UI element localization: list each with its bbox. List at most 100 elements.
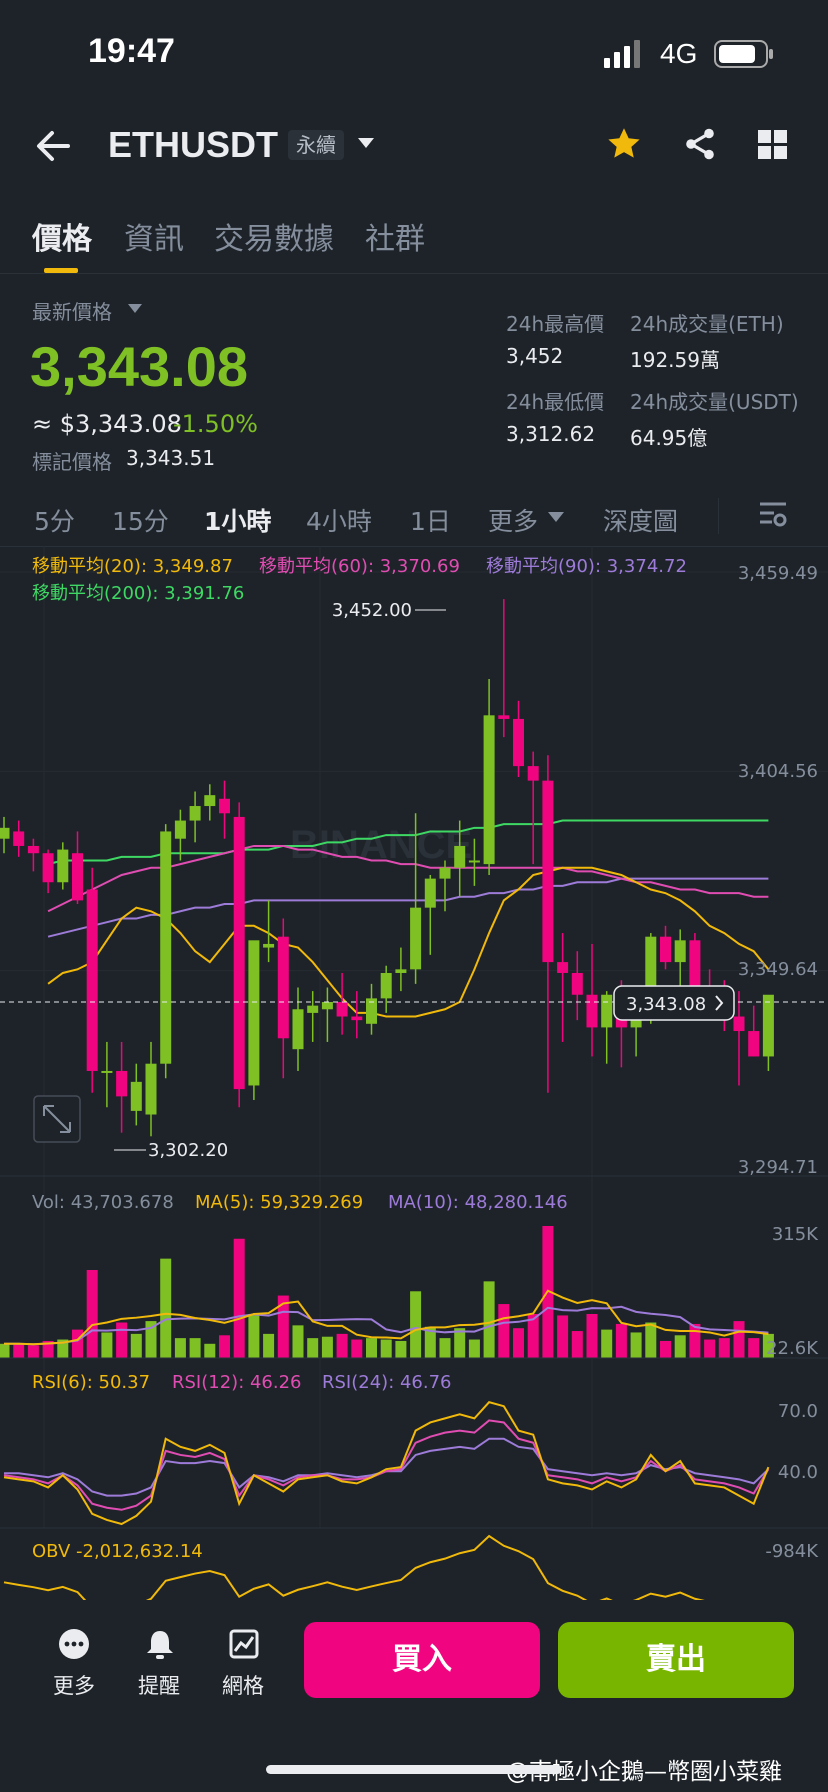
last-price: 3,343.08 xyxy=(30,335,248,398)
timeframe-5m[interactable]: 5分 xyxy=(34,502,75,538)
min-price-label: 3,302.20 xyxy=(148,1140,228,1161)
candle-body xyxy=(483,715,495,865)
candle-body xyxy=(219,798,230,814)
sell-button[interactable]: 賣出 xyxy=(558,1622,794,1698)
volume-bar xyxy=(439,1338,451,1358)
volume-bar xyxy=(13,1343,25,1358)
home-indicator xyxy=(266,1765,562,1774)
battery-icon xyxy=(714,40,773,68)
volume-bar xyxy=(395,1340,407,1358)
volume-bar xyxy=(483,1281,495,1358)
price-chart[interactable]: BINANCE 移動平均(20): 3,349.87 移動平均(60): 3,3… xyxy=(0,546,828,1600)
candle-body xyxy=(233,816,245,1090)
candle-body xyxy=(513,718,524,767)
candle-body xyxy=(660,936,671,963)
nav-grid-label[interactable]: 網格 xyxy=(222,1670,264,1700)
mark-price-label: 標記價格 xyxy=(32,450,112,474)
volume-bar xyxy=(204,1343,216,1358)
volume-bar xyxy=(72,1329,83,1358)
volume-bar xyxy=(645,1322,657,1358)
candle-body xyxy=(72,853,83,901)
back-arrow-icon[interactable] xyxy=(34,126,74,166)
volume-bar xyxy=(292,1325,304,1358)
timeframe-more[interactable]: 更多 xyxy=(488,502,538,538)
volume-bar xyxy=(0,1343,10,1358)
timeframe-1h[interactable]: 1小時 xyxy=(204,502,271,538)
candle-body xyxy=(204,795,216,807)
timeframe-15m[interactable]: 15分 xyxy=(112,502,169,538)
chevron-down-icon[interactable] xyxy=(358,138,374,148)
volume-bar xyxy=(571,1331,583,1358)
chevron-down-icon[interactable] xyxy=(548,512,564,522)
volume-bar xyxy=(27,1345,39,1358)
volume-bar xyxy=(733,1321,745,1358)
volume-axis-label: 22.6K xyxy=(766,1338,819,1359)
high-24h-value: 3,452 xyxy=(506,344,564,368)
timeframe-4h[interactable]: 4小時 xyxy=(306,502,372,538)
volume-bar xyxy=(454,1328,466,1358)
bell-icon[interactable] xyxy=(144,1628,176,1660)
star-favorite-icon[interactable] xyxy=(606,126,642,162)
candle-body xyxy=(174,820,186,839)
rsi12-label: RSI(12): 46.26 xyxy=(172,1372,302,1393)
candle-body xyxy=(468,860,480,863)
volume-bar xyxy=(615,1323,627,1358)
chart-settings-icon[interactable] xyxy=(758,500,788,530)
timeframe-1d[interactable]: 1日 xyxy=(410,502,451,538)
rsi-axis-label: 40.0 xyxy=(778,1462,818,1483)
volume-axis-label: 315K xyxy=(772,1224,819,1245)
nav-alert-label[interactable]: 提醒 xyxy=(138,1670,180,1700)
depth-chart-tab[interactable]: 深度圖 xyxy=(603,502,678,538)
grid-menu-icon[interactable] xyxy=(758,130,788,160)
volume-bar xyxy=(189,1338,201,1358)
candle-body xyxy=(674,940,686,963)
grid-chart-icon[interactable] xyxy=(228,1628,260,1660)
candle-body xyxy=(263,943,275,948)
volume-bar xyxy=(674,1335,686,1358)
candle-body xyxy=(145,1063,157,1115)
volume-bar xyxy=(601,1329,613,1358)
volume-bar xyxy=(380,1339,392,1358)
volume-bar xyxy=(718,1338,730,1358)
signal-icon xyxy=(604,40,640,68)
divider xyxy=(0,273,828,274)
volume-ma10-label: MA(10): 48,280.146 xyxy=(388,1192,568,1213)
candle-body xyxy=(101,1070,113,1073)
symbol-title[interactable]: ETHUSDT xyxy=(108,124,278,166)
candle-body xyxy=(410,907,422,970)
rsi-lines xyxy=(3,1401,770,1526)
contract-type-badge: 永續 xyxy=(288,130,344,160)
buy-button[interactable]: 買入 xyxy=(304,1622,540,1698)
volume-bar xyxy=(557,1315,569,1358)
candle-body xyxy=(527,766,539,781)
share-icon[interactable] xyxy=(682,126,718,162)
candle-body xyxy=(336,1002,348,1017)
volume-bar xyxy=(336,1333,348,1358)
candle-body xyxy=(160,831,172,1064)
volume-bar xyxy=(248,1314,260,1358)
candle-body xyxy=(380,972,392,999)
tab-price[interactable]: 價格 xyxy=(32,214,92,258)
candle-body xyxy=(277,936,289,1039)
volume-usdt-label: 24h成交量(USDT) xyxy=(630,390,799,414)
volume-bar xyxy=(174,1338,186,1358)
caret-down-icon[interactable] xyxy=(128,304,142,313)
tab-trading-data[interactable]: 交易數據 xyxy=(214,214,334,258)
volume-bar xyxy=(86,1270,98,1358)
network-type: 4G xyxy=(660,38,698,69)
nav-more-label[interactable]: 更多 xyxy=(53,1670,95,1700)
candle-body xyxy=(13,831,25,846)
tab-info[interactable]: 資訊 xyxy=(124,214,184,258)
low-24h-label: 24h最低價 xyxy=(506,390,605,414)
candlesticks xyxy=(0,599,774,1137)
last-price-label[interactable]: 最新價格 xyxy=(32,296,112,325)
volume-bar xyxy=(586,1314,598,1358)
candle-body xyxy=(454,845,466,868)
volume-bar xyxy=(233,1238,245,1358)
tab-community[interactable]: 社群 xyxy=(365,214,425,258)
volume-bar xyxy=(307,1338,319,1358)
more-dots-icon[interactable] xyxy=(58,1628,90,1660)
volume-bars xyxy=(0,1226,774,1358)
obv-label: OBV -2,012,632.14 xyxy=(32,1541,203,1562)
volume-bar xyxy=(630,1332,642,1358)
